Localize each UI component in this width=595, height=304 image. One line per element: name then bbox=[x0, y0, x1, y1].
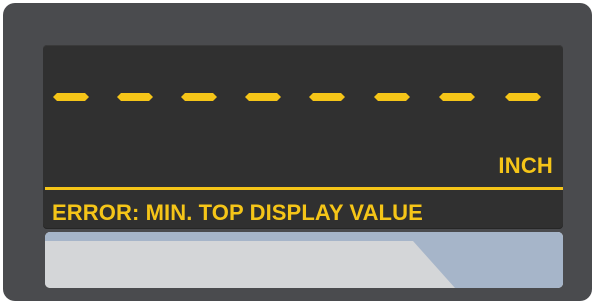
error-message: ERROR: MIN. TOP DISPLAY VALUE bbox=[52, 200, 423, 225]
reading-placeholder-dashes bbox=[53, 93, 553, 105]
device-bezel: INCH ERROR: MIN. TOP DISPLAY VALUE bbox=[3, 3, 592, 301]
divider-line bbox=[45, 187, 563, 190]
unit-label: INCH bbox=[498, 153, 553, 178]
dash-segment bbox=[245, 93, 281, 101]
lcd-display: INCH ERROR: MIN. TOP DISPLAY VALUE bbox=[43, 45, 563, 229]
dash-segment bbox=[309, 93, 345, 101]
dash-segment bbox=[374, 93, 410, 101]
dash-segment bbox=[439, 93, 475, 101]
dash-segment bbox=[117, 93, 153, 101]
dash-segment bbox=[505, 93, 541, 101]
dash-segment bbox=[53, 93, 89, 101]
softkey-face bbox=[45, 232, 563, 288]
softkey-button[interactable] bbox=[45, 232, 563, 288]
dash-segment bbox=[181, 93, 217, 101]
